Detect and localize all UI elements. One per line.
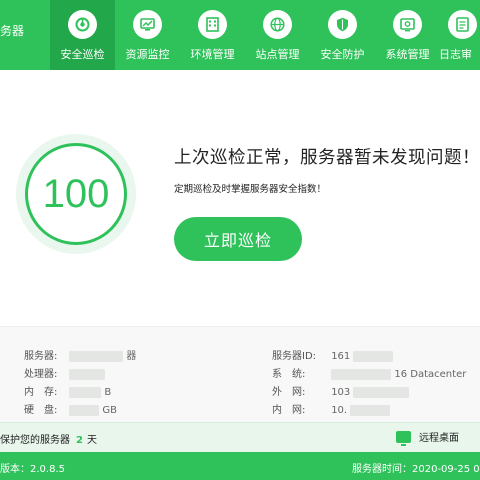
info-key: 内 网:: [272, 405, 306, 416]
score-circle: 100: [25, 143, 127, 245]
info-key: 内 存:: [24, 387, 58, 398]
tab-label: 日志审: [439, 48, 472, 61]
remote-desktop-icon: [396, 430, 411, 446]
info-memory: 内 存: B: [24, 383, 111, 398]
info-server-id: 服务器ID: 161: [272, 347, 394, 362]
globe-icon: [263, 10, 292, 39]
security-score-gauge: 100: [16, 134, 136, 254]
app-version: 版本：2.0.8.5: [0, 464, 65, 475]
log-icon: [448, 10, 477, 39]
tab-label: 安全巡检: [60, 48, 105, 61]
tab-label: 环境管理: [190, 48, 235, 61]
tab-label: 安全防护: [320, 48, 365, 61]
info-key: 外 网:: [272, 387, 306, 398]
tab-environment-management[interactable]: 环境管理: [180, 0, 245, 70]
shield-icon: [328, 10, 357, 39]
redacted-value: [350, 404, 391, 416]
info-os: 系 统: 16 Datacenter: [272, 365, 466, 380]
security-score-value: 100: [42, 171, 110, 216]
redacted-value: [331, 368, 392, 380]
redacted-value: [69, 386, 102, 398]
inspection-panel: 100 上次巡检正常，服务器暂未发现问题！ 定期巡检及时掌握服务器安全指数！ 立…: [0, 70, 480, 326]
info-value: GB: [102, 405, 117, 416]
info-private-ip: 内 网: 10.: [272, 401, 391, 416]
nav-tabs: 安全巡检 资源监控 环境管理 站点管理 安全防护 系统管理 日志审: [50, 0, 480, 70]
info-key: 系 统:: [272, 369, 306, 380]
info-disk: 硬 盘: GB: [24, 401, 117, 416]
protection-label: 保护您的服务器: [0, 435, 70, 446]
info-value: 103: [331, 387, 351, 398]
tab-site-management[interactable]: 站点管理: [245, 0, 310, 70]
server-time: 服务器时间：2020-09-25 09:4: [352, 464, 480, 475]
protection-days-unit: 天: [86, 435, 97, 446]
scan-icon: [68, 10, 97, 39]
info-value: 10.: [331, 405, 348, 416]
inspection-status-headline: 上次巡检正常，服务器暂未发现问题！: [174, 148, 480, 168]
redacted-value: [353, 386, 410, 398]
info-processor: 处理器:: [24, 365, 106, 380]
tab-resource-monitor[interactable]: 资源监控: [115, 0, 180, 70]
info-value: 器: [126, 351, 137, 362]
protection-days-text: 保护您的服务器 2 天: [0, 431, 97, 446]
server-info-section: 服务器: 器 处理器: 内 存: B 硬 盘: GB 服务器ID: 161 系 …: [0, 326, 480, 422]
inspection-tip: 定期巡检及时掌握服务器安全指数！: [174, 184, 327, 195]
top-nav-bar: 务器 安全巡检 资源监控 环境管理 站点管理 安全防护 系统管理 日志审: [0, 0, 480, 70]
remote-desktop-button[interactable]: 远程桌面: [396, 429, 459, 446]
info-key: 服务器:: [24, 351, 58, 362]
info-value: 16 Datacenter: [394, 369, 467, 380]
tab-label: 站点管理: [255, 48, 300, 61]
app-brand-title: 务器: [0, 24, 25, 38]
protection-status-bar: 保护您的服务器 2 天 远程桌面: [0, 422, 480, 452]
info-key: 服务器ID:: [272, 351, 317, 362]
info-key: 硬 盘:: [24, 405, 58, 416]
tab-log-audit[interactable]: 日志审: [439, 0, 480, 70]
info-server-name: 服务器: 器: [24, 347, 136, 362]
tab-label: 资源监控: [125, 48, 170, 61]
tab-system-management[interactable]: 系统管理: [375, 0, 440, 70]
redacted-value: [69, 350, 124, 362]
building-icon: [198, 10, 227, 39]
system-settings-icon: [393, 10, 422, 39]
tab-security-protection[interactable]: 安全防护: [310, 0, 375, 70]
info-key: 处理器:: [24, 369, 58, 380]
monitor-icon: [133, 10, 162, 39]
info-public-ip: 外 网: 103: [272, 383, 410, 398]
info-value: B: [104, 387, 112, 398]
redacted-value: [353, 350, 394, 362]
protection-days-count: 2: [76, 435, 83, 446]
tab-security-inspection[interactable]: 安全巡检: [50, 0, 115, 70]
remote-desktop-label: 远程桌面: [419, 433, 459, 444]
status-footer: 版本：2.0.8.5 服务器时间：2020-09-25 09:4: [0, 452, 480, 480]
tab-label: 系统管理: [385, 48, 430, 61]
redacted-value: [69, 368, 106, 380]
redacted-value: [69, 404, 100, 416]
start-inspection-button[interactable]: 立即巡检: [174, 217, 302, 261]
info-value: 161: [331, 351, 351, 362]
